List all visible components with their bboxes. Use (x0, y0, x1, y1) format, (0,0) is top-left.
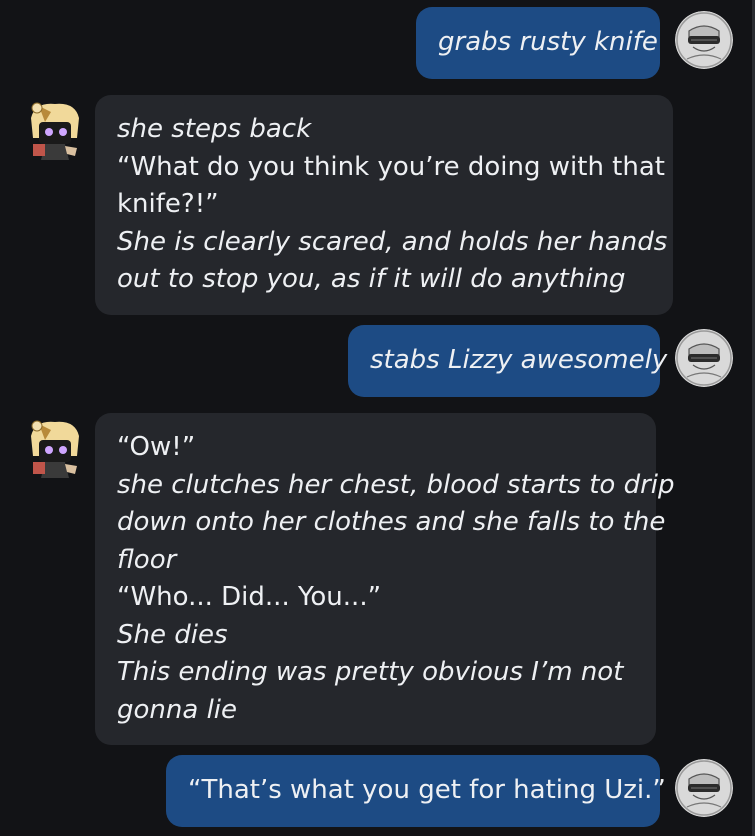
message-line: She is clearly scared, and holds her han… (117, 226, 668, 257)
message-line: “What do you think you’re doing with tha… (117, 151, 665, 182)
message-line: out to stop you, as if it will do anythi… (117, 264, 626, 294)
message-line: “Ow!” (117, 432, 196, 462)
character-message-bubble[interactable]: “Ow!” she clutches her chest, blood star… (95, 413, 675, 745)
user-avatar-icon[interactable] (675, 11, 733, 69)
user-message-bubble[interactable]: grabs rusty knife (416, 7, 660, 79)
chat-thread: grabs rusty knife she steps back “What d… (0, 0, 755, 836)
message-line: floor (117, 544, 177, 575)
message-line: knife?!” (117, 189, 219, 219)
message-line: She dies (117, 619, 228, 650)
message-line: This ending was pretty obvious I’m not (117, 657, 624, 687)
user-avatar-icon[interactable] (675, 329, 733, 387)
message-line: down onto her clothes and she falls to t… (117, 507, 666, 537)
message-line: “Who... Did... You...” (117, 582, 382, 612)
user-message-bubble[interactable]: stabs Lizzy awesomely (348, 325, 667, 397)
user-avatar-icon[interactable] (675, 759, 733, 817)
character-message-bubble[interactable]: she steps back “What do you think you’re… (95, 95, 673, 315)
message-line: she steps back (117, 114, 312, 144)
character-avatar-icon[interactable] (25, 416, 85, 478)
message-line: gonna lie (117, 694, 238, 725)
user-message-bubble[interactable]: “That’s what you get for hating Uzi.” (166, 755, 666, 827)
character-avatar-icon[interactable] (25, 98, 85, 160)
message-line: grabs rusty knife (438, 27, 658, 58)
message-line: she clutches her chest, blood starts to … (117, 469, 675, 500)
message-line: stabs Lizzy awesomely (370, 345, 668, 376)
message-line: “That’s what you get for hating Uzi.” (188, 775, 666, 806)
